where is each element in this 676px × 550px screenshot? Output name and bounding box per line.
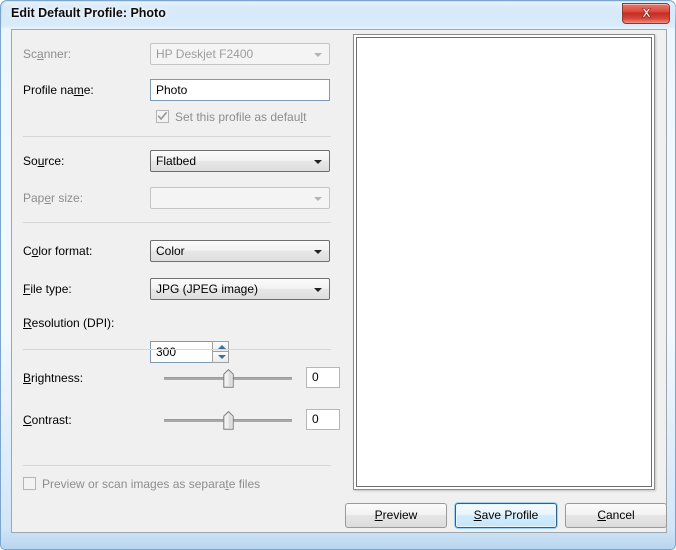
contrast-label: Contrast:: [23, 413, 72, 427]
separator-1: [23, 136, 331, 137]
separator-4: [23, 465, 331, 466]
triangle-down-icon: [218, 355, 226, 359]
preview-button[interactable]: Preview: [345, 503, 447, 528]
profile-name-input[interactable]: Photo: [150, 79, 330, 101]
separator-2: [23, 222, 331, 223]
dialog-window: Edit Default Profile: Photo Scanner: HP …: [0, 0, 676, 550]
window-title: Edit Default Profile: Photo: [11, 6, 166, 20]
paper-size-combobox: [150, 187, 330, 209]
title-bar[interactable]: Edit Default Profile: Photo: [1, 1, 676, 29]
slider-thumb-icon: [223, 410, 234, 430]
spinner-down-button[interactable]: [212, 352, 229, 363]
checkmark-icon: [157, 111, 168, 121]
file-type-value: JPG (JPEG image): [156, 282, 259, 296]
resolution-spinner[interactable]: [212, 341, 229, 363]
source-combobox[interactable]: Flatbed: [150, 150, 330, 172]
chevron-down-icon: [314, 250, 322, 254]
separator-3: [23, 349, 331, 350]
scanner-label: Scanner:: [23, 47, 72, 61]
chevron-down-icon: [314, 197, 322, 201]
contrast-value[interactable]: 0: [306, 409, 340, 430]
resolution-input[interactable]: 300: [150, 341, 220, 363]
slider-thumb[interactable]: [223, 368, 234, 388]
cancel-button[interactable]: Cancel: [565, 503, 667, 528]
chevron-down-icon: [314, 53, 322, 57]
file-type-combobox[interactable]: JPG (JPEG image): [150, 278, 330, 300]
color-format-label: Color format:: [23, 244, 93, 258]
chevron-down-icon: [314, 160, 322, 164]
scanner-value: HP Deskjet F2400: [156, 47, 254, 61]
separate-files-label: Preview or scan images as separate files: [42, 477, 261, 491]
preview-canvas: [356, 37, 652, 487]
close-button[interactable]: [622, 3, 670, 24]
paper-size-label: Paper size:: [23, 191, 84, 205]
chevron-down-icon: [314, 288, 322, 292]
brightness-label: Brightness:: [23, 371, 84, 385]
save-profile-button[interactable]: Save Profile: [455, 503, 557, 528]
resolution-label: Resolution (DPI):: [23, 316, 115, 330]
color-format-value: Color: [156, 244, 185, 258]
checkbox-box: [156, 110, 169, 123]
profile-name-label: Profile name:: [23, 83, 94, 97]
brightness-value[interactable]: 0: [306, 367, 340, 388]
spinner-up-button[interactable]: [212, 341, 229, 352]
slider-thumb[interactable]: [223, 410, 234, 430]
slider-thumb-icon: [223, 368, 234, 388]
file-type-label: File type:: [23, 282, 72, 296]
dialog-client-area: Scanner: HP Deskjet F2400 Profile name: …: [11, 29, 667, 533]
source-value: Flatbed: [156, 154, 197, 168]
close-icon: [641, 8, 651, 18]
preview-pane[interactable]: [353, 34, 655, 490]
color-format-combobox[interactable]: Color: [150, 240, 330, 262]
source-label: Source:: [23, 154, 65, 168]
scanner-combobox: HP Deskjet F2400: [150, 43, 330, 65]
set-default-label: Set this profile as default: [175, 110, 307, 124]
brightness-slider[interactable]: [164, 367, 292, 389]
checkbox-box: [23, 477, 36, 490]
contrast-slider[interactable]: [164, 409, 292, 431]
